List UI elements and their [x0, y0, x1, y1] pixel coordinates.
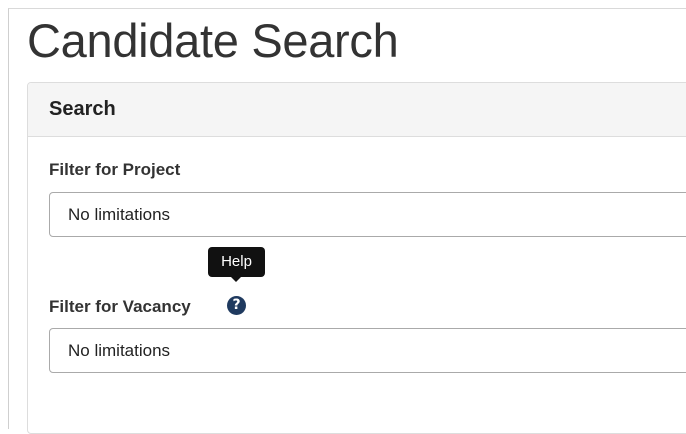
search-panel: Search [27, 82, 686, 434]
project-filter-value: No limitations [68, 205, 171, 224]
project-filter-label: Filter for Project [49, 160, 181, 179]
search-panel-heading: Search [28, 83, 686, 137]
vacancy-filter-value: No limitations [68, 341, 171, 360]
project-filter-select[interactable]: No limitations [49, 192, 686, 237]
search-panel-title: Search [49, 98, 116, 120]
vacancy-filter-label: Filter for Vacancy [49, 297, 191, 316]
help-tooltip: Help [208, 247, 265, 277]
help-tooltip-arrow [230, 276, 242, 282]
vacancy-filter-select[interactable]: No limitations [49, 328, 686, 373]
question-circle-icon[interactable]: ? [227, 296, 246, 315]
page-title: Candidate Search [27, 14, 399, 67]
